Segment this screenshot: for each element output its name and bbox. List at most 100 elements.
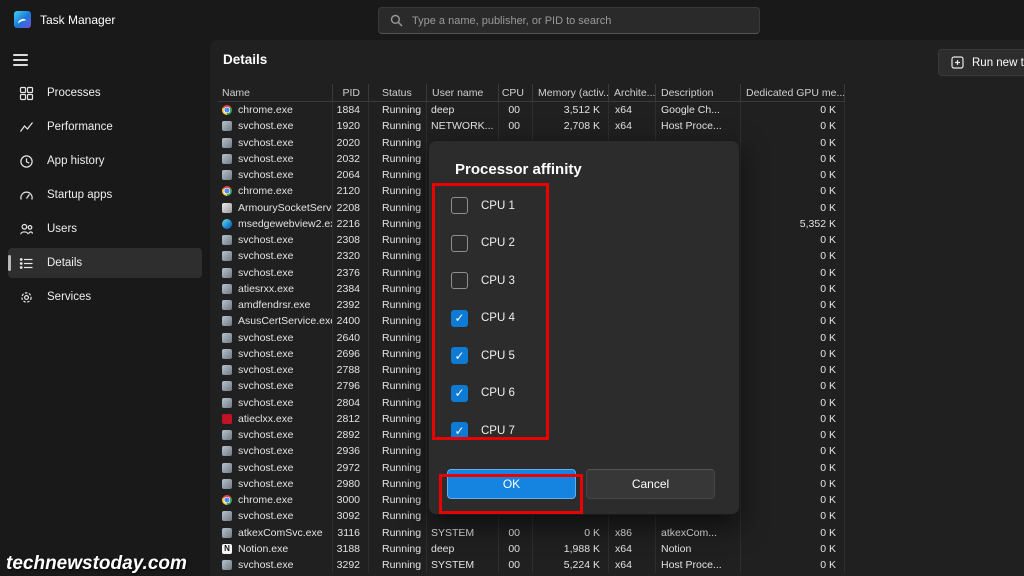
dialog-buttons: OK Cancel	[447, 469, 715, 499]
process-pid: 3092	[332, 508, 368, 524]
process-icon	[222, 349, 232, 359]
cpu-affinity-option[interactable]: CPU 2	[451, 225, 719, 263]
sidebar-item-label: Startup apps	[47, 189, 112, 201]
process-gpu-memory: 0 K	[740, 232, 845, 248]
process-architecture: x64	[608, 118, 655, 134]
process-gpu-memory: 0 K	[740, 248, 845, 264]
sidebar-item-performance[interactable]: Performance	[8, 112, 202, 142]
cpu-checkbox[interactable]: ✓	[451, 422, 468, 439]
cpu-affinity-option[interactable]: ✓ CPU 4	[451, 300, 719, 338]
column-header-status[interactable]: Status	[368, 84, 426, 101]
process-icon	[222, 560, 232, 570]
process-icon	[222, 528, 232, 538]
cancel-button[interactable]: Cancel	[586, 469, 715, 499]
process-icon	[222, 138, 232, 148]
process-memory: 3,512 K	[532, 102, 608, 118]
process-icon	[222, 170, 232, 180]
process-status: Running	[368, 476, 426, 492]
process-status: Running	[368, 281, 426, 297]
process-gpu-memory: 0 K	[740, 297, 845, 313]
sidebar-item-details[interactable]: Details	[8, 248, 202, 278]
process-pid: 2696	[332, 346, 368, 362]
sidebar-item-app-history[interactable]: App history	[8, 146, 202, 176]
table-row[interactable]: svchost.exe 3292 Running SYSTEM 00 5,224…	[218, 557, 845, 573]
process-name: svchost.exe	[238, 559, 293, 571]
process-cpu: 00	[498, 102, 532, 118]
process-user: SYSTEM	[426, 557, 498, 573]
menu-button[interactable]	[13, 49, 39, 71]
cpu-checkbox[interactable]	[451, 197, 468, 214]
cpu-checkbox[interactable]	[451, 272, 468, 289]
process-name: AsusCertService.exe	[238, 315, 332, 327]
sidebar-item-label: Details	[47, 257, 82, 269]
process-gpu-memory: 0 K	[740, 281, 845, 297]
column-header-user[interactable]: User name	[426, 84, 498, 101]
column-header-memory[interactable]: Memory (activ...	[532, 84, 608, 101]
run-new-task-button[interactable]: Run new task	[938, 49, 1024, 76]
process-icon	[222, 365, 232, 375]
process-pid: 2020	[332, 135, 368, 151]
process-name: svchost.exe	[238, 510, 293, 522]
table-row[interactable]: Notion.exe 3188 Running deep 00 1,988 K …	[218, 541, 845, 557]
process-user: deep	[426, 541, 498, 557]
table-row[interactable]: chrome.exe 1884 Running deep 00 3,512 K …	[218, 102, 845, 118]
process-gpu-memory: 5,352 K	[740, 216, 845, 232]
column-header-name[interactable]: Name	[218, 84, 332, 101]
table-row[interactable]: atkexComSvc.exe 3116 Running SYSTEM 00 0…	[218, 525, 845, 541]
watermark: technewstoday.com	[6, 553, 187, 575]
column-header-architecture[interactable]: Archite...	[608, 84, 655, 101]
process-name: svchost.exe	[238, 478, 293, 490]
sidebar-item-processes[interactable]: Processes	[8, 78, 202, 108]
process-name: chrome.exe	[238, 104, 293, 116]
process-icon	[222, 251, 232, 261]
sidebar-item-startup-apps[interactable]: Startup apps	[8, 180, 202, 210]
ok-button[interactable]: OK	[447, 469, 576, 499]
process-pid: 2392	[332, 297, 368, 313]
process-gpu-memory: 0 K	[740, 443, 845, 459]
sidebar: Processes Performance App history Startu…	[0, 40, 210, 576]
process-pid: 2120	[332, 183, 368, 199]
cpu-affinity-option[interactable]: CPU 3	[451, 262, 719, 300]
sidebar-item-label: Performance	[47, 121, 113, 133]
search-input[interactable]: Type a name, publisher, or PID to search	[378, 7, 760, 34]
process-memory: 5,224 K	[532, 557, 608, 573]
window-title: Task Manager	[40, 13, 115, 27]
sidebar-item-services[interactable]: Services	[8, 282, 202, 312]
cpu-affinity-option[interactable]: ✓ CPU 5	[451, 337, 719, 375]
process-description: Google Ch...	[655, 102, 740, 118]
sidebar-item-users[interactable]: Users	[8, 214, 202, 244]
process-status: Running	[368, 183, 426, 199]
details-icon	[19, 256, 34, 271]
table-row[interactable]: svchost.exe 1920 Running NETWORK... 00 2…	[218, 118, 845, 134]
app-history-icon	[19, 154, 34, 169]
process-icon	[222, 235, 232, 245]
process-description: Host Proce...	[655, 557, 740, 573]
process-pid: 1884	[332, 102, 368, 118]
cpu-affinity-option[interactable]: ✓ CPU 7	[451, 412, 719, 450]
column-header-cpu[interactable]: CPU	[498, 84, 532, 101]
cpu-checkbox[interactable]: ✓	[451, 385, 468, 402]
process-architecture: x64	[608, 102, 655, 118]
cpu-checkbox[interactable]: ✓	[451, 347, 468, 364]
process-gpu-memory: 0 K	[740, 411, 845, 427]
process-gpu-memory: 0 K	[740, 476, 845, 492]
process-status: Running	[368, 102, 426, 118]
column-header-description[interactable]: Description	[655, 84, 740, 101]
cpu-checkbox[interactable]: ✓	[451, 310, 468, 327]
process-pid: 2208	[332, 200, 368, 216]
process-pid: 2032	[332, 151, 368, 167]
process-icon	[222, 154, 232, 164]
process-name: chrome.exe	[238, 185, 293, 197]
process-gpu-memory: 0 K	[740, 183, 845, 199]
process-pid: 2640	[332, 330, 368, 346]
cpu-affinity-option[interactable]: CPU 1	[451, 187, 719, 225]
process-status: Running	[368, 118, 426, 134]
cpu-checkbox[interactable]	[451, 235, 468, 252]
column-header-pid[interactable]: PID	[332, 84, 368, 101]
process-pid: 3000	[332, 492, 368, 508]
process-status: Running	[368, 346, 426, 362]
process-icon	[222, 203, 232, 213]
column-header-gpu[interactable]: Dedicated GPU me...	[740, 84, 845, 101]
process-pid: 2216	[332, 216, 368, 232]
cpu-affinity-option[interactable]: ✓ CPU 6	[451, 375, 719, 413]
